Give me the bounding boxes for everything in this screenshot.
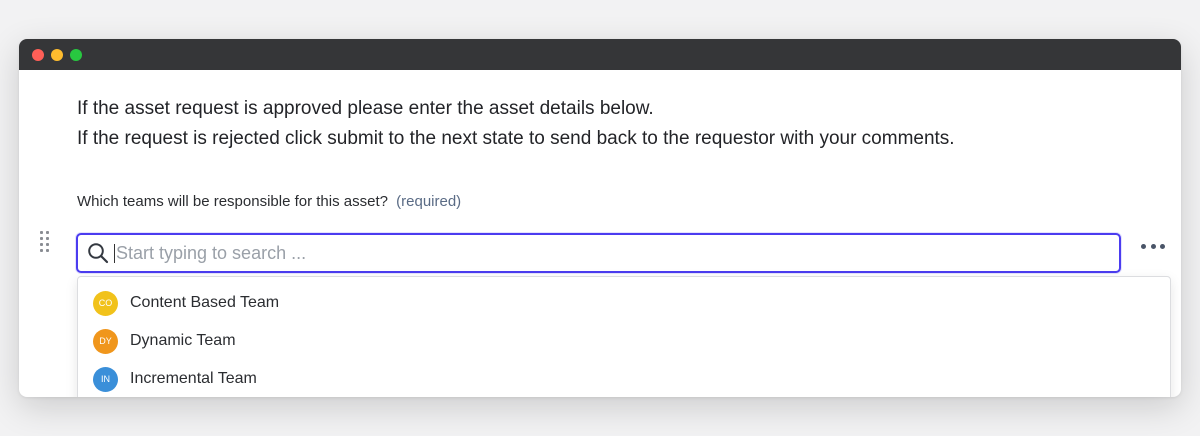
instructions: If the asset request is approved please … (77, 94, 955, 154)
teams-search-input[interactable] (116, 238, 1119, 268)
teams-dropdown-list: CO Content Based Team DY Dynamic Team IN… (77, 276, 1171, 397)
close-window-button[interactable] (32, 48, 44, 61)
text-cursor (114, 243, 115, 263)
window-titlebar (19, 39, 1181, 70)
team-initials-badge: DY (93, 328, 118, 354)
option-dynamic-team[interactable]: DY Dynamic Team (78, 322, 1170, 360)
minimize-window-button[interactable] (51, 48, 63, 61)
team-initials-badge: IN (93, 366, 118, 392)
option-label: Content Based Team (130, 294, 280, 311)
option-incremental-team[interactable]: IN Incremental Team (78, 360, 1170, 397)
teams-search-field[interactable] (76, 233, 1121, 273)
drag-handle-icon[interactable] (40, 231, 50, 252)
option-content-based-team[interactable]: CO Content Based Team (78, 284, 1170, 322)
teams-question-text: Which teams will be responsible for this… (77, 193, 388, 210)
search-icon (87, 242, 109, 264)
option-label: Incremental Team (130, 370, 257, 387)
team-initials-badge: CO (93, 290, 118, 316)
required-indicator: (required) (396, 193, 462, 210)
form-content: If the asset request is approved please … (19, 70, 1181, 397)
option-label: Dynamic Team (130, 332, 236, 349)
teams-field-label: Which teams will be responsible for this… (77, 193, 461, 210)
instruction-line-rejected: If the request is rejected click submit … (77, 128, 955, 149)
instruction-line-approved: If the asset request is approved please … (77, 98, 654, 119)
more-options-icon[interactable] (1141, 239, 1165, 253)
app-window: If the asset request is approved please … (19, 39, 1181, 397)
zoom-window-button[interactable] (70, 48, 82, 61)
